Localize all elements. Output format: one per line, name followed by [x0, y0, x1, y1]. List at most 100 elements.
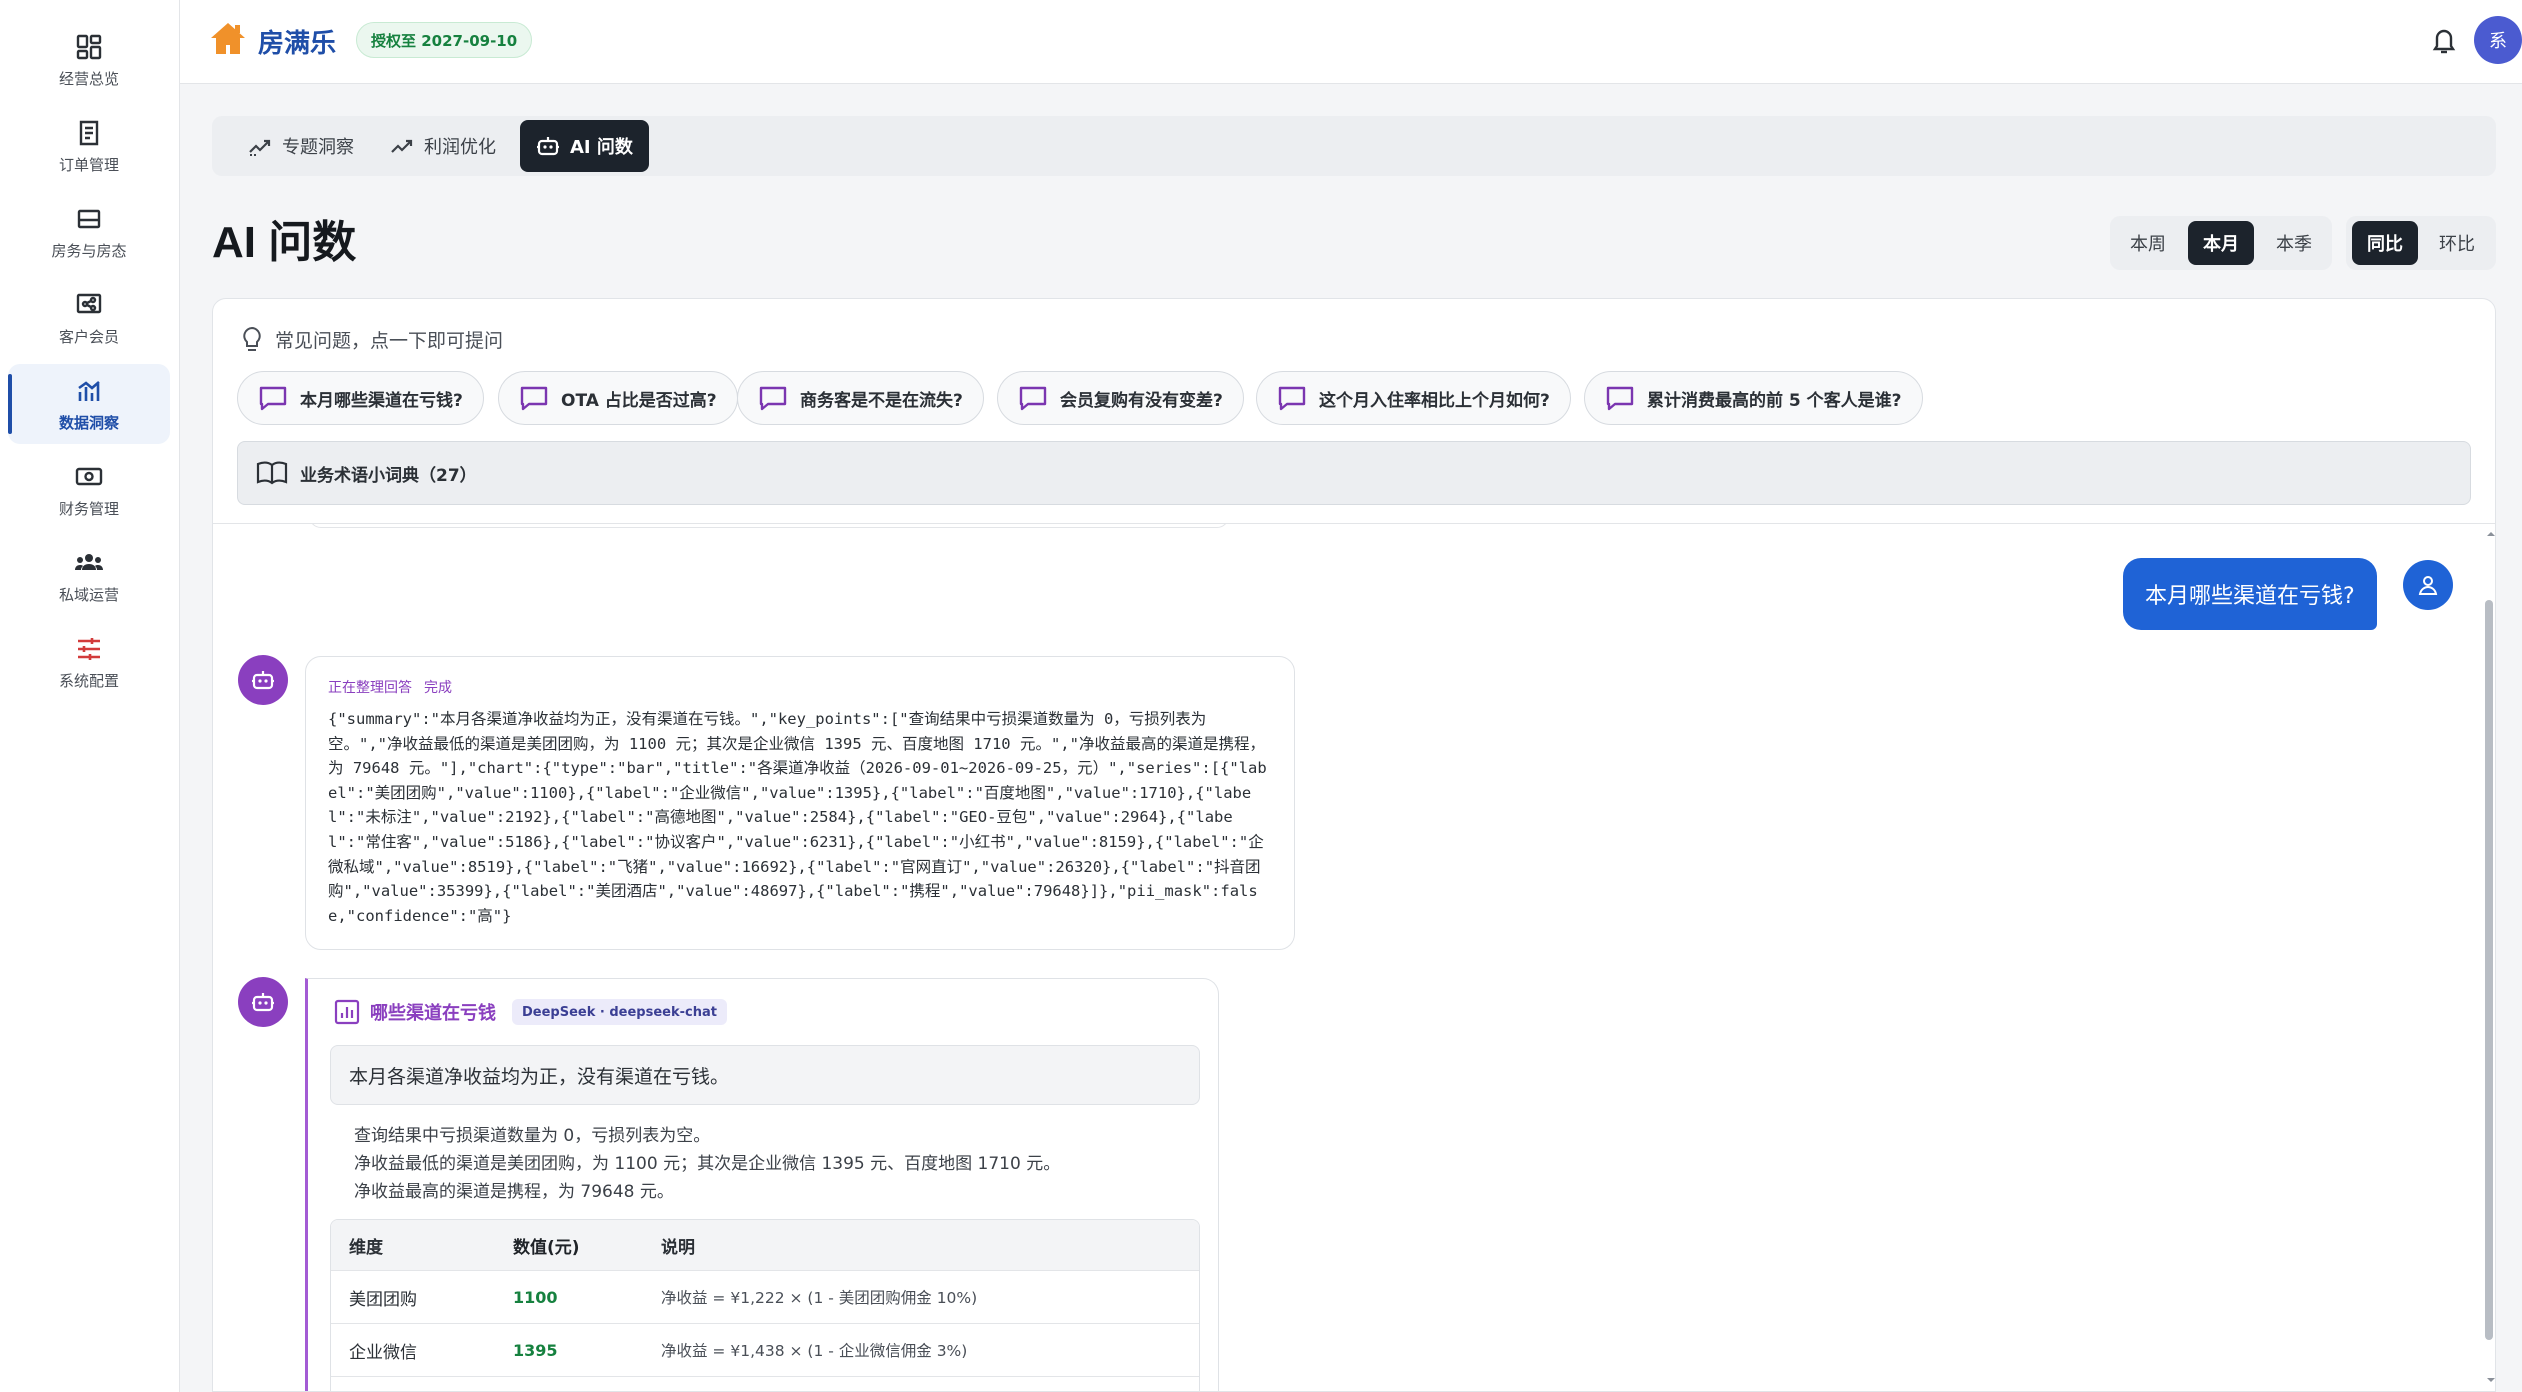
scroll-thumb[interactable] [2485, 600, 2493, 1340]
top-bar: 房满乐 授权至 2027-09-10 系 [180, 0, 2522, 84]
chat-bubble-icon [259, 386, 287, 411]
faq-chip[interactable]: OTA 占比是否过高? [498, 371, 738, 425]
key-point: 净收益最低的渠道是美团团购，为 1100 元；其次是企业微信 1395 元、百度… [354, 1154, 1061, 1174]
period-selector: 本周 本月 本季 [2110, 216, 2332, 270]
faq-chip[interactable]: 这个月入住率相比上个月如何? [1256, 371, 1571, 425]
period-month[interactable]: 本月 [2188, 221, 2254, 265]
table-cell: 企业微信 [349, 1342, 417, 1363]
tab-bar: 专题洞察 利润优化 AI 问数 [212, 116, 2496, 176]
house-logo-icon [208, 20, 248, 62]
sidebar-item-private[interactable]: 私域运营 [8, 536, 170, 616]
period-quarter[interactable]: 本季 [2262, 221, 2326, 265]
book-icon [256, 461, 288, 485]
column-header: 说明 [661, 1237, 695, 1258]
faq-chip-label: 累计消费最高的前 5 个客人是谁? [1647, 390, 1902, 411]
answer-table: 维度 数值(元) 说明 美团团购 1100 净收益 = ¥1,222 × (1 … [330, 1219, 1200, 1391]
robot-icon [252, 671, 274, 690]
receipt-icon [74, 118, 104, 148]
key-point: 净收益最高的渠道是携程，为 79648 元。 [354, 1182, 674, 1202]
group-icon [74, 548, 104, 578]
bot-answer-card: 哪些渠道在亏钱 DeepSeek · deepseek-chat 本月各渠道净收… [305, 978, 1219, 1391]
faq-heading-text: 常见问题，点一下即可提问 [275, 329, 504, 352]
sidebar-item-overview[interactable]: 经营总览 [8, 20, 170, 100]
tab-label: AI 问数 [570, 137, 633, 158]
user-avatar[interactable]: 系 [2474, 16, 2522, 64]
sidebar-item-label: 财务管理 [58, 499, 119, 518]
sidebar-item-insights[interactable]: 数据洞察 [8, 364, 170, 444]
sidebar-item-finance[interactable]: 财务管理 [8, 450, 170, 530]
chat-bubble-icon [520, 386, 548, 411]
column-header: 数值(元) [513, 1237, 580, 1258]
tab-label: 利润优化 [424, 137, 496, 158]
glossary-label: 业务术语小词典（27） [300, 465, 477, 486]
license-badge: 授权至 2027-09-10 [356, 22, 533, 58]
chat-thread: 本月哪些渠道在亏钱? 正在整理回答 完成 {"summary":"本月各渠道净收益… [213, 523, 2495, 1391]
faq-chip-label: 会员复购有没有变差? [1060, 390, 1223, 411]
model-badge: DeepSeek · deepseek-chat [512, 999, 727, 1025]
table-cell: 1395 [513, 1340, 558, 1360]
faq-chip[interactable]: 本月哪些渠道在亏钱? [237, 371, 484, 425]
sidebar-item-label: 系统配置 [58, 671, 119, 690]
sidebar-item-members[interactable]: 客户会员 [8, 278, 170, 358]
answer-summary: 本月各渠道净收益均为正，没有渠道在亏钱。 [330, 1045, 1200, 1105]
faq-chip[interactable]: 会员复购有没有变差? [997, 371, 1244, 425]
brand[interactable]: 房满乐 [208, 20, 336, 62]
raw-json-text: {"summary":"本月各渠道净收益均为正，没有渠道在亏钱。","key_p… [328, 710, 1267, 925]
status-text: 正在整理回答 [328, 680, 412, 696]
table-row: 企业微信 1395 净收益 = ¥1,438 × (1 - 企业微信佣金 3%) [331, 1323, 1199, 1376]
column-header: 维度 [349, 1237, 383, 1258]
bot-raw-response: 正在整理回答 完成 {"summary":"本月各渠道净收益均为正，没有渠道在亏钱… [305, 656, 1295, 950]
table-cell: 1100 [513, 1287, 558, 1307]
chat-bubble-icon [1278, 386, 1306, 411]
glossary-toggle[interactable]: 业务术语小词典（27） [237, 441, 2471, 505]
robot-icon [252, 993, 274, 1012]
sidebar-item-rooms[interactable]: 房务与房态 [8, 192, 170, 272]
sidebar-item-label: 数据洞察 [58, 413, 119, 432]
sidebar-item-label: 客户会员 [58, 327, 119, 346]
chat-bubble-icon [1019, 386, 1047, 411]
bot-avatar [238, 655, 288, 705]
tab-profit-optimization[interactable]: 利润优化 [374, 120, 512, 172]
scroll-down-icon [2487, 1378, 2495, 1382]
compare-yoy[interactable]: 同比 [2352, 221, 2418, 265]
compare-selector: 同比 环比 [2346, 216, 2496, 270]
answer-title-text: 哪些渠道在亏钱 [370, 1003, 496, 1024]
compare-mom[interactable]: 环比 [2424, 221, 2490, 265]
sidebar-item-label: 私域运营 [58, 585, 119, 604]
tab-topic-insights[interactable]: 专题洞察 [232, 120, 370, 172]
page-title: AI 问数 [212, 218, 357, 267]
sidebar-item-label: 订单管理 [58, 155, 119, 174]
chat-scrollbar[interactable] [2485, 524, 2495, 1391]
user-message: 本月哪些渠道在亏钱? [2123, 558, 2377, 630]
tab-label: 专题洞察 [282, 137, 354, 158]
bed-icon [74, 204, 104, 234]
status-done: 完成 [424, 680, 452, 696]
bell-icon[interactable] [2428, 24, 2460, 56]
share-icon [74, 290, 104, 320]
response-status: 正在整理回答 完成 [328, 677, 452, 697]
trend-icon [249, 139, 271, 156]
money-icon [74, 462, 104, 492]
sidebar-item-settings[interactable]: 系统配置 [8, 622, 170, 702]
table-row: 美团团购 1100 净收益 = ¥1,222 × (1 - 美团团购佣金 10%… [331, 1270, 1199, 1323]
table-row [331, 1376, 1199, 1391]
chart-icon [74, 376, 104, 406]
bot-avatar [238, 977, 288, 1027]
answer-title: 哪些渠道在亏钱 DeepSeek · deepseek-chat [334, 999, 727, 1025]
tab-ai-query[interactable]: AI 问数 [520, 120, 649, 172]
faq-chip-label: 商务客是不是在流失? [800, 390, 963, 411]
faq-chip[interactable]: 累计消费最高的前 5 个客人是谁? [1584, 371, 1923, 425]
sidebar-item-orders[interactable]: 订单管理 [8, 106, 170, 186]
sidebar-item-label: 房务与房态 [51, 241, 127, 260]
robot-icon [537, 137, 559, 156]
trending-up-icon [391, 139, 413, 153]
sliders-icon [74, 634, 104, 664]
brand-name: 房满乐 [258, 28, 337, 59]
faq-chip[interactable]: 商务客是不是在流失? [737, 371, 984, 425]
dashboard-grid-icon [74, 32, 104, 62]
faq-heading: 常见问题，点一下即可提问 [239, 325, 503, 353]
period-week[interactable]: 本周 [2116, 221, 2180, 265]
sidebar: 经营总览 订单管理 房务与房态 客户会员 数据洞察 财务管理 私域运营 系统配置 [0, 0, 180, 1392]
ai-query-panel: 常见问题，点一下即可提问 本月哪些渠道在亏钱? OTA 占比是否过高? 商务客是… [212, 298, 2496, 1392]
previous-message-edge [309, 524, 1229, 528]
